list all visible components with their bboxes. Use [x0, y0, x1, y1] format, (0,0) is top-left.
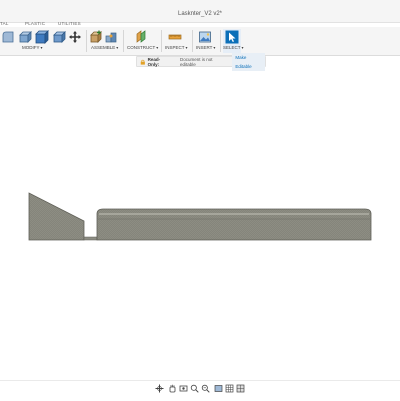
pan-icon[interactable] [168, 384, 177, 393]
fit-icon[interactable] [201, 384, 210, 393]
orbit-icon[interactable] [155, 384, 164, 393]
wedge-body[interactable] [28, 192, 85, 241]
navigation-bar [0, 380, 400, 401]
grid-icon[interactable] [225, 384, 234, 393]
display-settings-icon[interactable] [214, 384, 223, 393]
model-viewport[interactable] [0, 0, 400, 400]
look-at-icon[interactable] [179, 384, 188, 393]
viewports-icon[interactable] [236, 384, 245, 393]
zoom-icon[interactable] [190, 384, 199, 393]
connecting-step[interactable] [83, 236, 98, 241]
